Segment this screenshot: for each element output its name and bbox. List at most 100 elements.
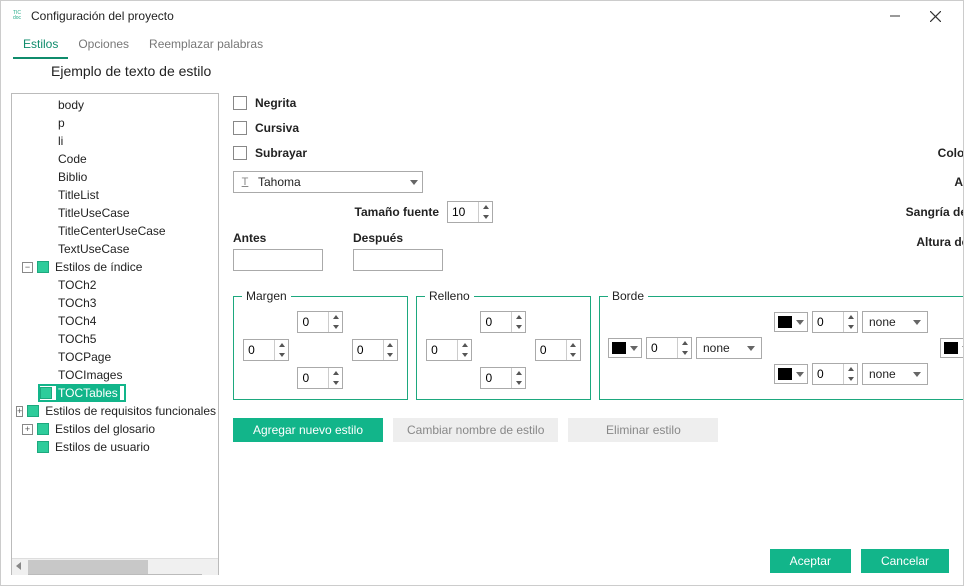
- color-label: Color: [935, 96, 963, 110]
- tab-replace[interactable]: Reemplazar palabras: [139, 31, 273, 59]
- font-size-label: Tamaño fuente: [355, 205, 439, 219]
- tree-item[interactable]: TextUseCase: [56, 242, 131, 256]
- horizontal-scrollbar[interactable]: [12, 558, 218, 574]
- dialog-window: TICdoc Configuración del proyecto Estilo…: [0, 0, 964, 586]
- margin-top-spinner[interactable]: [297, 311, 343, 333]
- font-size-spinner[interactable]: [447, 201, 493, 223]
- tree-collapse-icon[interactable]: −: [22, 262, 33, 273]
- scroll-right-icon[interactable]: [209, 562, 214, 570]
- tree-item[interactable]: TOCh4: [56, 314, 98, 328]
- padding-right-spinner[interactable]: [535, 339, 581, 361]
- margin-legend: Margen: [242, 289, 291, 303]
- delete-style-button[interactable]: Eliminar estilo: [568, 418, 718, 442]
- font-icon: T: [238, 175, 252, 189]
- folder-icon: [37, 441, 49, 453]
- tree-item[interactable]: p: [56, 116, 67, 130]
- folder-icon: [27, 405, 39, 417]
- margin-group: Margen: [233, 289, 408, 400]
- underline-checkbox[interactable]: [233, 146, 247, 160]
- before-input[interactable]: [233, 249, 323, 271]
- minimize-button[interactable]: [875, 1, 915, 31]
- padding-bottom-spinner[interactable]: [480, 367, 526, 389]
- italic-checkbox[interactable]: [233, 121, 247, 135]
- tree-item[interactable]: TOCImages: [56, 368, 124, 382]
- style-icon: [40, 387, 52, 399]
- tree-item[interactable]: li: [56, 134, 65, 148]
- border-top-style[interactable]: none: [862, 311, 928, 333]
- font-family-value: Tahoma: [258, 175, 301, 189]
- border-left-width[interactable]: [646, 337, 692, 359]
- window-title: Configuración del proyecto: [31, 9, 875, 23]
- tree-item[interactable]: TitleUseCase: [56, 206, 132, 220]
- indent-label: Sangría de texto: [906, 205, 963, 219]
- add-style-button[interactable]: Agregar nuevo estilo: [233, 418, 383, 442]
- border-group: Borde none = none: [599, 289, 963, 400]
- ok-button[interactable]: Aceptar: [770, 549, 851, 573]
- before-label: Antes: [233, 231, 323, 245]
- style-example-text: Ejemplo de texto de estilo: [1, 59, 963, 87]
- font-size-input[interactable]: [448, 202, 478, 222]
- title-bar: TICdoc Configuración del proyecto: [1, 1, 963, 31]
- tree-item[interactable]: TOCPage: [56, 350, 113, 364]
- tab-options[interactable]: Opciones: [68, 31, 139, 59]
- border-bottom-style[interactable]: none: [862, 363, 928, 385]
- padding-group: Relleno: [416, 289, 591, 400]
- padding-legend: Relleno: [425, 289, 474, 303]
- tree-item[interactable]: TOCh3: [56, 296, 98, 310]
- tree-expand-icon[interactable]: +: [22, 424, 33, 435]
- padding-left-spinner[interactable]: [426, 339, 472, 361]
- padding-top-spinner[interactable]: [480, 311, 526, 333]
- underline-label: Subrayar: [255, 146, 307, 160]
- line-height-label: Altura de línea: [916, 235, 963, 249]
- spin-up-icon[interactable]: [479, 202, 492, 212]
- after-label: Después: [353, 231, 443, 245]
- font-family-select[interactable]: T Tahoma: [233, 171, 423, 193]
- tree-item[interactable]: body: [56, 98, 86, 112]
- border-bottom-width[interactable]: [812, 363, 858, 385]
- border-right-color[interactable]: [940, 338, 963, 358]
- after-input[interactable]: [353, 249, 443, 271]
- tree-group[interactable]: Estilos de requisitos funcionales: [43, 404, 218, 418]
- italic-label: Cursiva: [255, 121, 299, 135]
- tree-item[interactable]: TOCh5: [56, 332, 98, 346]
- bold-label: Negrita: [255, 96, 296, 110]
- chevron-down-icon: [410, 180, 418, 185]
- bgcolor-label: Color de fondo: [913, 146, 963, 160]
- folder-icon: [37, 423, 49, 435]
- border-top-color[interactable]: [774, 312, 808, 332]
- margin-left-spinner[interactable]: [243, 339, 289, 361]
- style-tree-panel: body p li Code Biblio TitleList TitleUse…: [11, 93, 219, 575]
- folder-icon: [37, 261, 49, 273]
- tree-group[interactable]: Estilos del glosario: [53, 422, 157, 436]
- tree-group[interactable]: Estilos de usuario: [53, 440, 152, 454]
- app-icon: TICdoc: [9, 8, 25, 24]
- cancel-button[interactable]: Cancelar: [861, 549, 949, 573]
- dialog-footer: Aceptar Cancelar: [770, 549, 949, 573]
- border-top-width[interactable]: [812, 311, 858, 333]
- margin-right-spinner[interactable]: [352, 339, 398, 361]
- tree-item[interactable]: Biblio: [56, 170, 89, 184]
- style-tree[interactable]: body p li Code Biblio TitleList TitleUse…: [12, 94, 218, 558]
- scroll-left-icon[interactable]: [16, 562, 21, 570]
- border-left-style[interactable]: none: [696, 337, 762, 359]
- spin-down-icon[interactable]: [479, 212, 492, 222]
- border-bottom-color[interactable]: [774, 364, 808, 384]
- align-label: Alinear: [885, 175, 963, 189]
- tree-item[interactable]: TitleList: [56, 188, 101, 202]
- close-button[interactable]: [915, 1, 955, 31]
- rename-style-button[interactable]: Cambiar nombre de estilo: [393, 418, 558, 442]
- tree-item[interactable]: TOCh2: [56, 278, 98, 292]
- border-legend: Borde: [608, 289, 648, 303]
- tree-item-selected[interactable]: TOCTables: [56, 386, 120, 400]
- border-left-color[interactable]: [608, 338, 642, 358]
- margin-bottom-spinner[interactable]: [297, 367, 343, 389]
- bold-checkbox[interactable]: [233, 96, 247, 110]
- tree-expand-icon[interactable]: +: [16, 406, 23, 417]
- tab-bar: Estilos Opciones Reemplazar palabras: [1, 31, 963, 59]
- style-form: Negrita Color Cursiva Subrayar: [233, 93, 963, 575]
- scroll-thumb[interactable]: [28, 560, 148, 574]
- tab-styles[interactable]: Estilos: [13, 31, 68, 59]
- tree-item[interactable]: Code: [56, 152, 89, 166]
- tree-item[interactable]: TitleCenterUseCase: [56, 224, 168, 238]
- tree-group[interactable]: Estilos de índice: [53, 260, 144, 274]
